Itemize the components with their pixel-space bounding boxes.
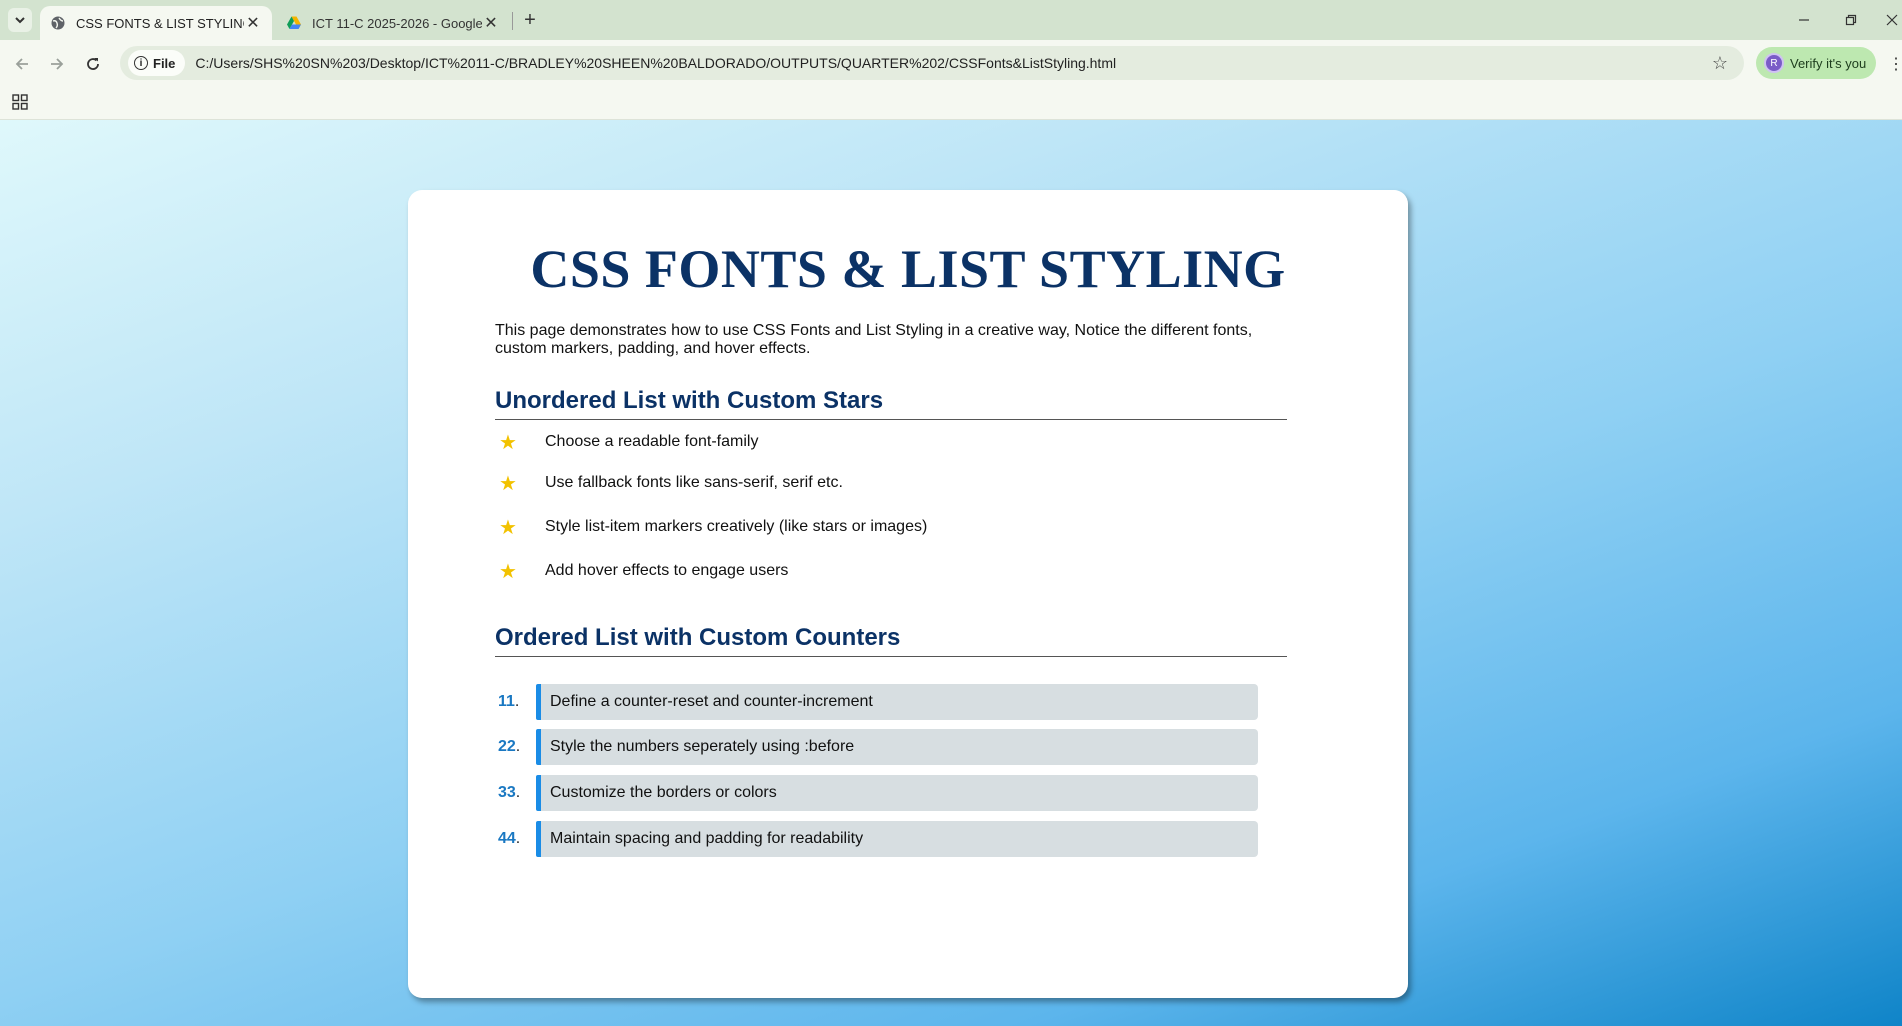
tab-separator — [512, 12, 513, 30]
counter-dot: . — [515, 784, 521, 801]
menu-kebab-icon[interactable]: ⋮ — [1888, 54, 1902, 74]
list-item[interactable]: ★ Choose a readable font-family — [498, 430, 758, 454]
page-title: CSS FONTS & LIST STYLING — [530, 239, 1286, 299]
counter-number: 33. — [498, 784, 536, 802]
close-icon[interactable]: ✕ — [482, 13, 500, 33]
counter-digits: 22 — [498, 738, 516, 755]
forward-icon[interactable] — [45, 52, 69, 76]
counter-digits: 44 — [498, 830, 516, 847]
back-icon[interactable] — [10, 52, 34, 76]
close-icon[interactable]: ✕ — [244, 13, 262, 33]
list-item[interactable]: ★ Use fallback fonts like sans-serif, se… — [498, 471, 843, 495]
ordered-item-text: Style the numbers seperately using :befo… — [536, 729, 1258, 765]
bookmark-star-icon[interactable]: ☆ — [1712, 53, 1728, 74]
list-item-text: Add hover effects to engage users — [545, 562, 789, 579]
counter-digits: 11 — [498, 693, 515, 710]
ordered-item-text: Customize the borders or colors — [536, 775, 1258, 811]
globe-icon — [50, 15, 66, 31]
window-close-icon[interactable] — [1882, 8, 1902, 32]
page-viewport: CSS FONTS & LIST STYLING This page demon… — [0, 120, 1902, 1026]
counter-dot: . — [515, 738, 521, 755]
list-item[interactable]: ★ Add hover effects to engage users — [498, 559, 788, 583]
minimize-icon[interactable] — [1789, 8, 1819, 32]
tab-google-drive[interactable]: ICT 11-C 2025-2026 - Google D ✕ — [276, 6, 510, 40]
list-item-text: Style list-item markers creatively (like… — [545, 518, 928, 535]
tab-strip: CSS FONTS & LIST STYLING ✕ ICT 11-C 2025… — [0, 0, 1902, 40]
tab-css-fonts[interactable]: CSS FONTS & LIST STYLING ✕ — [40, 6, 272, 40]
counter-dot: . — [515, 830, 521, 847]
ordered-item-text: Maintain spacing and padding for readabi… — [536, 821, 1258, 857]
counter-number: 44. — [498, 830, 536, 848]
content-card: CSS FONTS & LIST STYLING This page demon… — [408, 190, 1408, 998]
site-info-chip[interactable]: i File — [128, 50, 186, 76]
ordered-item[interactable]: 11. Define a counter-reset and counter-i… — [498, 684, 1258, 720]
file-chip-label: File — [153, 55, 176, 71]
star-icon: ★ — [499, 516, 517, 539]
intro-paragraph: This page demonstrates how to use CSS Fo… — [495, 322, 1253, 357]
google-drive-icon — [286, 15, 302, 31]
tab-title: CSS FONTS & LIST STYLING — [76, 15, 244, 31]
new-tab-icon[interactable]: + — [518, 8, 542, 32]
ordered-item-text: Define a counter-reset and counter-incre… — [536, 684, 1258, 720]
tab-title: ICT 11-C 2025-2026 - Google D — [312, 15, 482, 31]
bookmarks-bar — [0, 86, 1902, 120]
profile-verify-button[interactable]: R Verify it's you — [1756, 47, 1876, 79]
browser-toolbar: i File C:/Users/SHS%20SN%203/Desktop/ICT… — [0, 40, 1902, 86]
reload-icon[interactable] — [81, 52, 105, 76]
star-icon: ★ — [499, 431, 517, 454]
url-text[interactable]: C:/Users/SHS%20SN%203/Desktop/ICT%2011-C… — [195, 55, 1711, 71]
list-item[interactable]: ★ Style list-item markers creatively (li… — [498, 515, 927, 539]
address-bar[interactable]: i File C:/Users/SHS%20SN%203/Desktop/ICT… — [120, 46, 1744, 80]
tab-search-chevron-icon[interactable] — [8, 8, 32, 32]
counter-digits: 33 — [498, 784, 516, 801]
restore-icon[interactable] — [1836, 8, 1866, 32]
ordered-item[interactable]: 22. Style the numbers seperately using :… — [498, 729, 1258, 765]
apps-grid-icon[interactable] — [12, 94, 28, 110]
counter-number: 11. — [498, 693, 536, 711]
counter-number: 22. — [498, 738, 536, 756]
counter-dot: . — [514, 693, 520, 710]
ordered-item[interactable]: 44. Maintain spacing and padding for rea… — [498, 821, 1258, 857]
ordered-item[interactable]: 33. Customize the borders or colors — [498, 775, 1258, 811]
avatar: R — [1764, 53, 1784, 73]
list-item-text: Use fallback fonts like sans-serif, seri… — [545, 474, 843, 491]
ordered-heading: Ordered List with Custom Counters — [495, 624, 1287, 657]
list-item-text: Choose a readable font-family — [545, 433, 759, 450]
verify-label: Verify it's you — [1790, 55, 1867, 71]
unordered-heading: Unordered List with Custom Stars — [495, 387, 1287, 420]
star-icon: ★ — [499, 560, 517, 583]
info-icon: i — [134, 56, 148, 70]
star-icon: ★ — [499, 472, 517, 495]
